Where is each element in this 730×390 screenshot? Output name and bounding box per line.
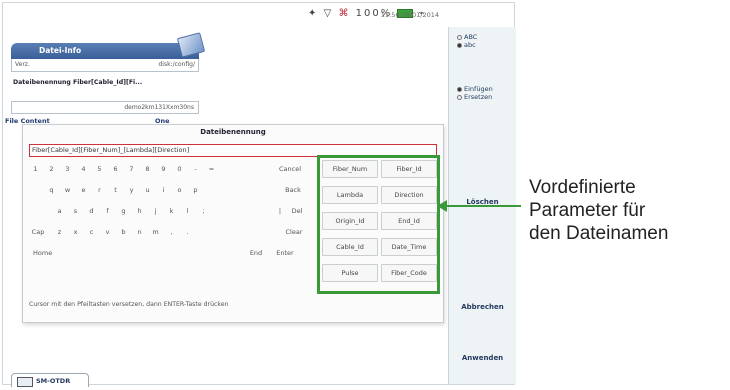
file-info-title: Datei-Info	[39, 46, 82, 55]
case-option-upper-label: ABC	[464, 33, 478, 41]
probe-icon: ✦	[308, 8, 319, 19]
callout-line: Vordefinierte	[529, 177, 636, 198]
key[interactable]: 5	[93, 162, 106, 177]
clear-key[interactable]: Clear	[281, 225, 307, 240]
file-naming-example: demo2km131Xxm30ns	[11, 101, 199, 114]
key[interactable]: a	[53, 204, 66, 219]
radio-icon	[457, 94, 462, 100]
key[interactable]: e	[77, 183, 90, 198]
file-naming-label[interactable]: Dateibenennung Fiber[Cable_Id][Fi...	[11, 77, 199, 88]
caps-key[interactable]: Cap	[29, 225, 47, 240]
key[interactable]: c	[85, 225, 98, 240]
key[interactable]: 1	[29, 162, 42, 177]
key[interactable]: -	[189, 162, 202, 177]
apply-button[interactable]: Anwenden	[449, 354, 516, 362]
insert-mode-radio-group: Einfügen Ersetzen	[457, 85, 493, 101]
key[interactable]: f	[101, 204, 114, 219]
callout-text: Vordefinierte Parameter für den Dateinam…	[529, 176, 668, 245]
key[interactable]: b	[117, 225, 130, 240]
key[interactable]: g	[117, 204, 130, 219]
radio-icon	[457, 34, 462, 40]
key[interactable]: 8	[141, 162, 154, 177]
directory-row: Verz. disk:/config/	[11, 59, 199, 72]
key[interactable]: s	[69, 204, 82, 219]
key[interactable]: 4	[77, 162, 90, 177]
replace-option[interactable]: Ersetzen	[457, 93, 493, 101]
home-key[interactable]: Home	[33, 246, 63, 261]
key[interactable]: 2	[45, 162, 58, 177]
radio-selected-icon	[457, 86, 462, 92]
clock: 11:56 28/01/2014	[380, 11, 439, 19]
key[interactable]: p	[189, 183, 202, 198]
key[interactable]: w	[61, 183, 74, 198]
key[interactable]: 9	[157, 162, 170, 177]
status-bar: ✦ ▽ ⌘ 100% ⌁ 11:56 28/01/2014	[3, 3, 443, 29]
file-info-panel: Datei-Info Verz. disk:/config/ Dateibene…	[11, 32, 206, 115]
case-radio-group: ABC abc	[457, 33, 477, 49]
callout-line: Parameter für	[529, 200, 646, 221]
case-option-lower-label: abc	[464, 41, 476, 49]
key[interactable]: l	[181, 204, 194, 219]
file-info-header: Datei-Info	[11, 32, 206, 59]
device-screen: ✦ ▽ ⌘ 100% ⌁ 11:56 28/01/2014 Datei-Info…	[2, 2, 516, 387]
key[interactable]: r	[93, 183, 106, 198]
key[interactable]: z	[53, 225, 66, 240]
key[interactable]: v	[101, 225, 114, 240]
cancel-button[interactable]: Abbrechen	[449, 303, 516, 311]
key[interactable]: =	[205, 162, 218, 177]
delete-key[interactable]: Del	[287, 204, 307, 219]
key[interactable]: q	[45, 183, 58, 198]
key[interactable]: 6	[109, 162, 122, 177]
key[interactable]: y	[125, 183, 138, 198]
dialog-title: Dateibenennung	[200, 128, 266, 136]
key[interactable]: t	[109, 183, 122, 198]
key[interactable]: 0	[173, 162, 186, 177]
key[interactable]: .	[181, 225, 194, 240]
parameter-highlight-box	[317, 155, 440, 294]
directory-label: Verz.	[15, 61, 30, 68]
back-key[interactable]: Back	[281, 183, 305, 198]
file-naming-dialog: Dateibenennung Fiber[Cable_Id][Fiber_Num…	[22, 124, 444, 323]
key[interactable]: u	[141, 183, 154, 198]
key[interactable]: k	[165, 204, 178, 219]
insert-option[interactable]: Einfügen	[457, 85, 493, 93]
key[interactable]: o	[173, 183, 186, 198]
key[interactable]: m	[149, 225, 162, 240]
key[interactable]: x	[69, 225, 82, 240]
key[interactable]: j	[149, 204, 162, 219]
key[interactable]: h	[133, 204, 146, 219]
callout-arrow-line	[439, 205, 521, 207]
key[interactable]: 3	[61, 162, 74, 177]
key[interactable]: 7	[125, 162, 138, 177]
case-option-lower[interactable]: abc	[457, 41, 477, 49]
case-option-upper[interactable]: ABC	[457, 33, 477, 41]
tab-label: SM-OTDR	[36, 377, 71, 385]
callout-arrow-head	[437, 200, 447, 212]
key[interactable]: n	[133, 225, 146, 240]
key[interactable]: ,	[165, 225, 178, 240]
otdr-icon	[17, 377, 33, 387]
radio-selected-icon	[457, 42, 462, 48]
key[interactable]: ;	[197, 204, 210, 219]
wifi-icon: ▽	[323, 8, 334, 19]
cancel-key[interactable]: Cancel	[275, 162, 305, 177]
pipe-key[interactable]: |	[275, 204, 285, 219]
usb-icon: ⌘	[338, 8, 351, 19]
callout-line: den Dateinamen	[529, 223, 669, 244]
enter-key[interactable]: Enter	[273, 246, 297, 261]
key[interactable]: d	[85, 204, 98, 219]
directory-value: disk:/config/	[158, 61, 195, 68]
book-icon	[176, 32, 206, 58]
insert-option-label: Einfügen	[464, 85, 493, 93]
key[interactable]: i	[157, 183, 170, 198]
dialog-hint: Cursor mit den Pfeiltasten versetzen, da…	[29, 301, 229, 308]
tab-sm-otdr[interactable]: SM-OTDR	[11, 373, 89, 387]
end-key[interactable]: End	[247, 246, 265, 261]
replace-option-label: Ersetzen	[464, 93, 493, 101]
